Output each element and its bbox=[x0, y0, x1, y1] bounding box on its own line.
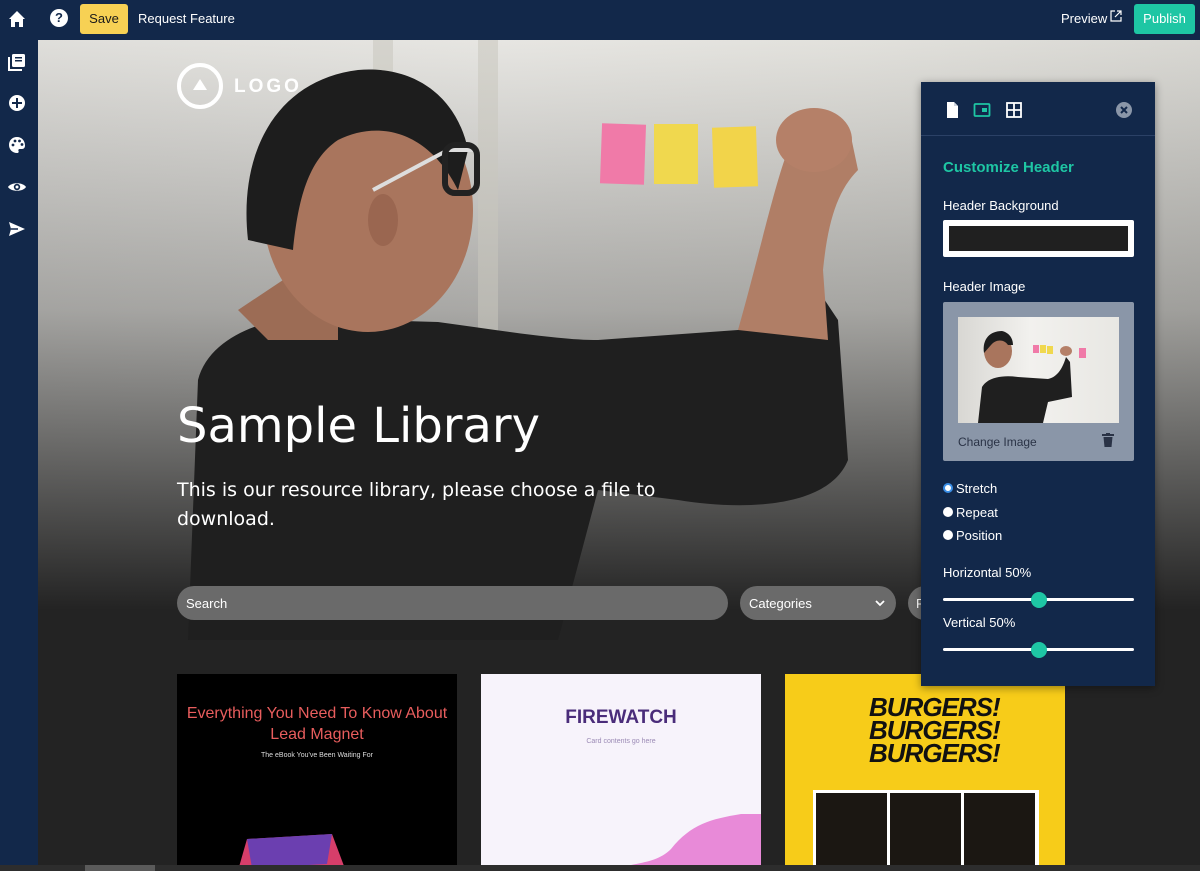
search-input[interactable]: Search bbox=[177, 586, 728, 620]
eye-icon[interactable] bbox=[7, 177, 27, 197]
customize-header-panel: Customize Header Header Background Heade… bbox=[921, 82, 1155, 686]
left-sidebar bbox=[0, 40, 38, 871]
help-icon[interactable]: ? bbox=[50, 9, 68, 27]
header-background-color-picker[interactable] bbox=[943, 220, 1134, 257]
card-photos bbox=[813, 790, 1039, 865]
home-icon[interactable] bbox=[6, 8, 28, 30]
vertical-label: Vertical 50% bbox=[943, 615, 1016, 630]
logo-text: LOGO bbox=[234, 76, 302, 97]
horizontal-label: Horizontal 50% bbox=[943, 565, 1032, 580]
card-title: FIREWATCH bbox=[565, 707, 677, 728]
resource-card[interactable]: FIREWATCH Card contents go here bbox=[481, 674, 761, 865]
card-title: BURGERS! BURGERS! BURGERS! bbox=[869, 692, 1001, 768]
search-placeholder: Search bbox=[186, 596, 228, 611]
close-icon[interactable] bbox=[1116, 102, 1132, 118]
page-icon[interactable] bbox=[943, 101, 961, 119]
stretch-radio[interactable] bbox=[943, 483, 953, 493]
categories-label: Categories bbox=[749, 596, 812, 611]
position-radio[interactable] bbox=[943, 530, 953, 540]
page-subtitle: This is our resource library, please cho… bbox=[177, 479, 656, 530]
grid-icon[interactable] bbox=[1005, 101, 1023, 119]
header-image-thumbnail bbox=[958, 317, 1119, 423]
panel-divider bbox=[921, 135, 1155, 136]
header-icon[interactable] bbox=[973, 101, 991, 119]
logo-triangle-icon bbox=[193, 79, 207, 90]
top-bar: ? Save Request Feature Preview Publish bbox=[0, 0, 1200, 40]
resource-card[interactable]: BURGERS! BURGERS! BURGERS! bbox=[785, 674, 1065, 865]
resource-card[interactable]: Everything You Need To Know About Lead M… bbox=[177, 674, 457, 865]
laptop-illustration bbox=[239, 834, 344, 865]
header-image-label: Header Image bbox=[943, 279, 1026, 294]
burger-photo bbox=[964, 793, 1035, 865]
add-icon[interactable] bbox=[7, 93, 27, 113]
stretch-label: Stretch bbox=[956, 481, 998, 496]
card-subtitle: The eBook You've Been Waiting For bbox=[261, 752, 373, 759]
chevron-down-icon bbox=[875, 600, 885, 607]
page-title: Sample Library bbox=[177, 398, 541, 454]
vertical-slider-handle[interactable] bbox=[1030, 642, 1047, 658]
panel-heading: Customize Header bbox=[943, 159, 1074, 176]
preview-link[interactable]: Preview bbox=[1061, 11, 1107, 26]
categories-dropdown[interactable]: Categories bbox=[740, 586, 896, 620]
position-label: Position bbox=[956, 528, 1003, 543]
horizontal-slider-handle[interactable] bbox=[1030, 592, 1047, 608]
save-button[interactable]: Save bbox=[80, 4, 128, 34]
header-image-box[interactable]: Change Image bbox=[943, 302, 1134, 461]
repeat-label: Repeat bbox=[956, 505, 998, 520]
library-icon[interactable] bbox=[7, 52, 27, 72]
color-swatch bbox=[949, 226, 1128, 251]
trash-icon[interactable] bbox=[1102, 433, 1114, 447]
request-feature-link[interactable]: Request Feature bbox=[138, 11, 235, 26]
burger-photo bbox=[890, 793, 961, 865]
card-subtitle: Card contents go here bbox=[586, 738, 656, 745]
burger-photo bbox=[816, 793, 887, 865]
horizontal-scrollbar[interactable] bbox=[0, 865, 1200, 871]
external-link-icon bbox=[1110, 10, 1122, 22]
header-background-label: Header Background bbox=[943, 198, 1059, 213]
palette-icon[interactable] bbox=[7, 135, 27, 155]
scrollbar-thumb[interactable] bbox=[85, 865, 155, 871]
card-decoration bbox=[631, 814, 761, 865]
publish-button[interactable]: Publish bbox=[1134, 4, 1195, 34]
send-icon[interactable] bbox=[7, 219, 27, 239]
card-title: Everything You Need To Know About Lead M… bbox=[186, 705, 448, 743]
repeat-radio[interactable] bbox=[943, 507, 953, 517]
change-image-button[interactable]: Change Image bbox=[958, 435, 1037, 449]
